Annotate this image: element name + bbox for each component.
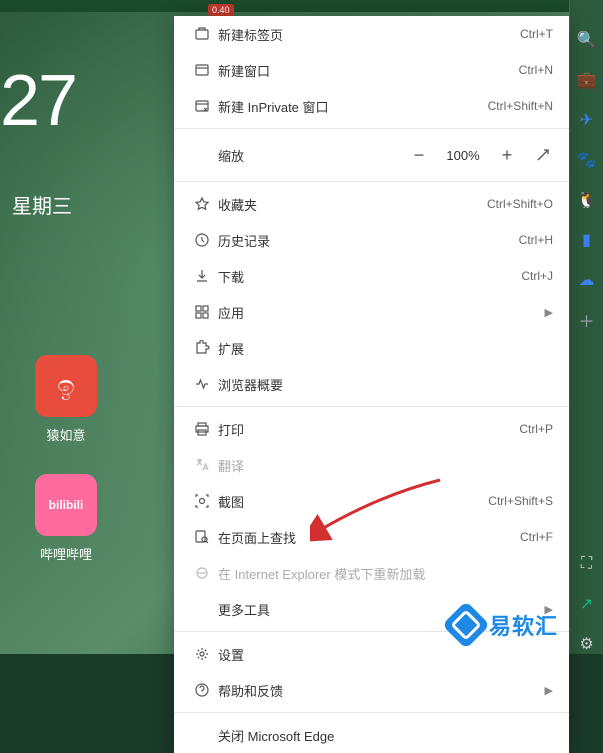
extension-icon xyxy=(190,340,214,356)
menu-label: 收藏夹 xyxy=(214,195,487,214)
sidebar-settings-icon[interactable]: ⚙ xyxy=(577,634,597,654)
logo-text: 易软汇 xyxy=(489,609,558,641)
sidebar-add-icon[interactable]: ＋ xyxy=(577,310,597,330)
sidebar-cloud-icon[interactable]: ☁ xyxy=(577,270,597,290)
right-sidebar: 🔍 💼 ✈ 🐾 🐧 ▮ ☁ ＋ ⛶ ↗ ⚙ xyxy=(569,0,603,654)
menu-label: 关闭 Microsoft Edge xyxy=(214,726,553,745)
menu-new-tab[interactable]: 新建标签页 Ctrl+T xyxy=(174,16,569,52)
inprivate-icon xyxy=(190,98,214,114)
apps-icon xyxy=(190,304,214,320)
menu-label: 新建窗口 xyxy=(214,61,519,80)
menu-favorites[interactable]: 收藏夹 Ctrl+Shift+O xyxy=(174,186,569,222)
menu-shortcut: Ctrl+Shift+N xyxy=(488,99,553,113)
menu-new-inprivate[interactable]: 新建 InPrivate 窗口 Ctrl+Shift+N xyxy=(174,88,569,124)
tile-icon-yuanruyi: ඉ xyxy=(35,355,97,417)
quick-tiles: ඉ 猿如意 bilibili 哔哩哔哩 xyxy=(35,355,97,563)
sidebar-app-icon[interactable]: ▮ xyxy=(577,230,597,250)
star-icon xyxy=(190,196,214,212)
zoom-out-button[interactable]: − xyxy=(409,145,429,165)
menu-browser-essentials[interactable]: 浏览器概要 xyxy=(174,366,569,402)
menu-label: 新建标签页 xyxy=(214,25,520,44)
chevron-right-icon: ▶ xyxy=(545,684,553,697)
menu-label: 历史记录 xyxy=(214,231,519,250)
menu-label: 浏览器概要 xyxy=(214,375,553,394)
menu-separator xyxy=(174,712,569,713)
menu-close-edge[interactable]: 关闭 Microsoft Edge xyxy=(174,717,569,753)
pulse-icon xyxy=(190,376,214,392)
clock-weekday: 星期三 xyxy=(12,190,72,219)
sidebar-penguin-icon[interactable]: 🐧 xyxy=(577,190,597,210)
menu-label: 翻译 xyxy=(214,456,553,475)
menu-label: 在页面上查找 xyxy=(214,528,520,547)
menu-label: 设置 xyxy=(214,645,553,664)
menu-label: 应用 xyxy=(214,303,545,322)
help-icon xyxy=(190,682,214,698)
zoom-in-button[interactable]: + xyxy=(497,145,517,165)
menu-zoom-row: 缩放 − 100% + xyxy=(174,133,569,177)
gear-icon xyxy=(190,646,214,662)
topbar-badge: 0.40 xyxy=(208,4,234,16)
sidebar-briefcase-icon[interactable]: 💼 xyxy=(577,70,597,90)
menu-label: 在 Internet Explorer 模式下重新加载 xyxy=(214,564,553,583)
menu-separator xyxy=(174,406,569,407)
tile-label: 哔哩哔哩 xyxy=(40,544,92,563)
menu-label: 扩展 xyxy=(214,339,553,358)
menu-shortcut: Ctrl+T xyxy=(520,27,553,41)
zoom-value: 100% xyxy=(445,148,481,163)
browser-topbar xyxy=(0,0,603,12)
menu-shortcut: Ctrl+N xyxy=(519,63,553,77)
clock-time: 27 xyxy=(0,60,76,142)
menu-shortcut: Ctrl+P xyxy=(519,422,553,436)
menu-label: 帮助和反馈 xyxy=(214,681,545,700)
menu-shortcut: Ctrl+J xyxy=(521,269,553,283)
menu-label: 截图 xyxy=(214,492,488,511)
menu-new-window[interactable]: 新建窗口 Ctrl+N xyxy=(174,52,569,88)
menu-shortcut: Ctrl+H xyxy=(519,233,553,247)
window-icon xyxy=(190,62,214,78)
sidebar-open-icon[interactable]: ↗ xyxy=(577,594,597,614)
menu-print[interactable]: 打印 Ctrl+P xyxy=(174,411,569,447)
sidebar-search-icon[interactable]: 🔍 xyxy=(577,30,597,50)
tile-yuanruyi[interactable]: ඉ 猿如意 xyxy=(35,355,97,444)
history-icon xyxy=(190,232,214,248)
print-icon xyxy=(190,421,214,437)
menu-shortcut: Ctrl+Shift+O xyxy=(487,197,553,211)
browser-main-menu: 新建标签页 Ctrl+T 新建窗口 Ctrl+N 新建 InPrivate 窗口… xyxy=(174,16,569,753)
menu-shortcut: Ctrl+Shift+S xyxy=(488,494,553,508)
translate-icon xyxy=(190,457,214,473)
logo-icon xyxy=(442,601,490,649)
menu-label: 打印 xyxy=(214,420,519,439)
menu-apps[interactable]: 应用 ▶ xyxy=(174,294,569,330)
menu-label: 新建 InPrivate 窗口 xyxy=(214,97,488,116)
ie-icon xyxy=(190,565,214,581)
menu-ie-mode: 在 Internet Explorer 模式下重新加载 xyxy=(174,555,569,591)
tile-bilibili[interactable]: bilibili 哔哩哔哩 xyxy=(35,474,97,563)
zoom-label: 缩放 xyxy=(190,146,409,165)
sidebar-send-icon[interactable]: ✈ xyxy=(577,110,597,130)
menu-find[interactable]: 在页面上查找 Ctrl+F xyxy=(174,519,569,555)
tab-icon xyxy=(190,26,214,42)
sidebar-capture-icon[interactable]: ⛶ xyxy=(577,554,597,574)
find-icon xyxy=(190,529,214,545)
screenshot-icon xyxy=(190,493,214,509)
menu-label: 下载 xyxy=(214,267,521,286)
menu-separator xyxy=(174,128,569,129)
menu-downloads[interactable]: 下载 Ctrl+J xyxy=(174,258,569,294)
menu-extensions[interactable]: 扩展 xyxy=(174,330,569,366)
menu-history[interactable]: 历史记录 Ctrl+H xyxy=(174,222,569,258)
chevron-right-icon: ▶ xyxy=(545,306,553,319)
menu-screenshot[interactable]: 截图 Ctrl+Shift+S xyxy=(174,483,569,519)
menu-translate: 翻译 xyxy=(174,447,569,483)
sidebar-paw-icon[interactable]: 🐾 xyxy=(577,150,597,170)
fullscreen-button[interactable] xyxy=(533,145,553,165)
menu-shortcut: Ctrl+F xyxy=(520,530,553,544)
watermark-logo: 易软汇 xyxy=(449,608,558,642)
tile-label: 猿如意 xyxy=(46,425,85,444)
download-icon xyxy=(190,268,214,284)
tile-icon-bilibili: bilibili xyxy=(35,474,97,536)
menu-separator xyxy=(174,181,569,182)
menu-help[interactable]: 帮助和反馈 ▶ xyxy=(174,672,569,708)
